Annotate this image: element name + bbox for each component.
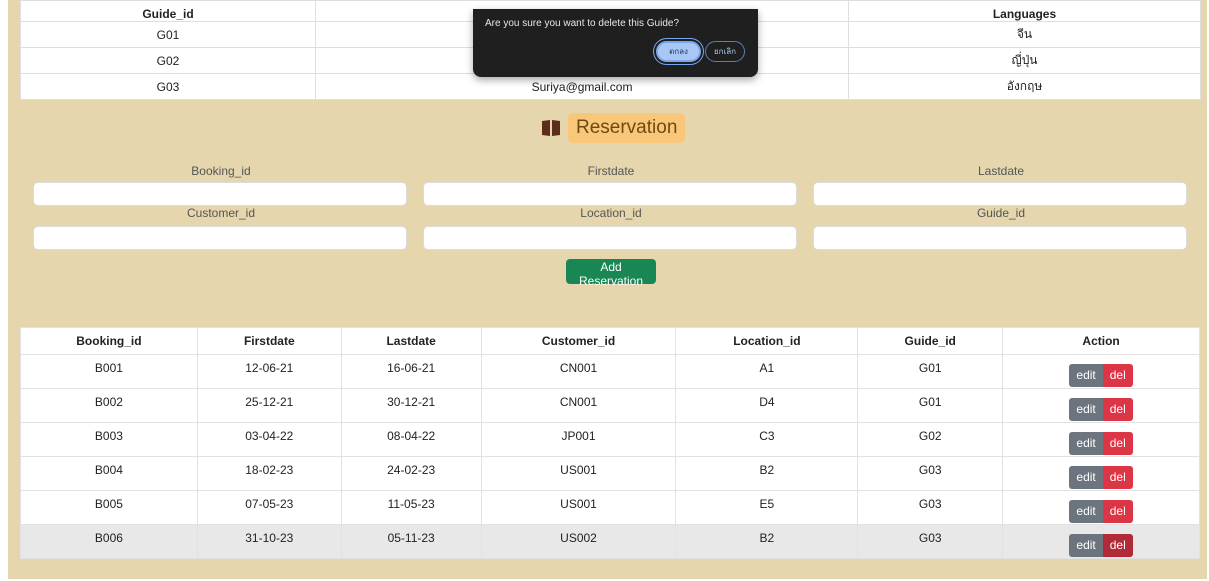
table-cell: B006: [20, 524, 198, 559]
column-header: Booking_id: [20, 327, 198, 355]
table-cell: Suriya@gmail.com: [315, 73, 849, 100]
action-cell: edit del: [1002, 388, 1200, 423]
delete-button[interactable]: del: [1102, 432, 1133, 455]
edit-button[interactable]: edit: [1069, 466, 1103, 489]
table-cell: G01: [857, 354, 1004, 389]
table-cell: G03: [857, 456, 1004, 491]
lastdate-input[interactable]: [813, 182, 1187, 206]
edit-button[interactable]: edit: [1069, 364, 1103, 387]
table-cell: A1: [675, 354, 859, 389]
table-cell: G03: [20, 73, 316, 100]
table-cell: B002: [20, 388, 198, 423]
lastdate-label: Lastdate: [977, 164, 1025, 178]
column-header: Languages: [848, 0, 1201, 22]
table-cell: 24-02-23: [340, 456, 482, 491]
customer-id-label: Customer_id: [186, 206, 256, 220]
action-cell: edit del: [1002, 456, 1200, 491]
confirm-ok-button[interactable]: ตกลง: [656, 41, 701, 62]
column-header: Customer_id: [480, 327, 677, 355]
location-id-input[interactable]: [423, 226, 797, 250]
reservation-table: Booking_id Firstdate Lastdate Customer_i…: [20, 327, 1200, 559]
section-title: Reservation: [541, 112, 686, 144]
table-cell: 16-06-21: [340, 354, 482, 389]
table-cell: จีน: [848, 21, 1201, 48]
column-header: Guide_id: [20, 0, 316, 22]
table-cell: B2: [675, 524, 859, 559]
table-cell: 08-04-22: [340, 422, 482, 457]
edit-button[interactable]: edit: [1069, 398, 1103, 421]
edit-button[interactable]: edit: [1069, 432, 1103, 455]
add-reservation-button[interactable]: Add Reservation: [566, 259, 656, 288]
table-cell: 25-12-21: [196, 388, 342, 423]
table-cell: G01: [857, 388, 1004, 423]
table-cell: B005: [20, 490, 198, 525]
action-cell: edit del: [1002, 354, 1200, 389]
table-row: B003 03-04-22 08-04-22 JP001 C3 G02 edit…: [20, 422, 1200, 457]
column-header: Action: [1002, 327, 1200, 355]
table-cell: 05-11-23: [340, 524, 482, 559]
table-row: B004 18-02-23 24-02-23 US001 B2 G03 edit…: [20, 456, 1200, 491]
edit-button[interactable]: edit: [1069, 500, 1103, 523]
table-cell: 18-02-23: [196, 456, 342, 491]
table-row: B002 25-12-21 30-12-21 CN001 D4 G01 edit…: [20, 388, 1200, 423]
table-cell: 30-12-21: [340, 388, 482, 423]
location-id-label: Location_id: [580, 206, 642, 220]
booking-id-label: Booking_id: [191, 164, 251, 178]
firstdate-input[interactable]: [423, 182, 797, 206]
table-row: B006 31-10-23 05-11-23 US002 B2 G03 edit…: [20, 524, 1200, 559]
edit-button[interactable]: edit: [1069, 534, 1103, 557]
table-cell: G02: [20, 47, 316, 74]
action-cell: edit del: [1002, 524, 1200, 559]
table-cell: G01: [20, 21, 316, 48]
table-cell: B004: [20, 456, 198, 491]
column-header: Lastdate: [340, 327, 482, 355]
delete-button[interactable]: del: [1102, 500, 1133, 523]
delete-button[interactable]: del: [1102, 364, 1133, 387]
table-cell: B2: [675, 456, 859, 491]
table-cell: ญี่ปุ่น: [848, 47, 1201, 74]
table-cell: 03-04-22: [196, 422, 342, 457]
customer-id-input[interactable]: [33, 226, 407, 250]
column-header: Guide_id: [857, 327, 1004, 355]
column-header: Firstdate: [196, 327, 342, 355]
column-header: Location_id: [675, 327, 859, 355]
table-cell: 07-05-23: [196, 490, 342, 525]
guide-id-input[interactable]: [813, 226, 1187, 250]
reservation-table-header: Booking_id Firstdate Lastdate Customer_i…: [20, 327, 1200, 355]
table-cell: US002: [480, 524, 677, 559]
table-cell: G03: [857, 490, 1004, 525]
table-cell: 12-06-21: [196, 354, 342, 389]
table-cell: US001: [480, 490, 677, 525]
table-cell: G02: [857, 422, 1004, 457]
table-cell: C3: [675, 422, 859, 457]
table-row: B001 12-06-21 16-06-21 CN001 A1 G01 edit…: [20, 354, 1200, 389]
table-row: G03 Suriya@gmail.com อังกฤษ: [20, 73, 1201, 100]
firstdate-label: Firstdate: [587, 164, 635, 178]
table-cell: B003: [20, 422, 198, 457]
delete-button[interactable]: del: [1102, 466, 1133, 489]
table-cell: B001: [20, 354, 198, 389]
table-cell: 31-10-23: [196, 524, 342, 559]
booking-id-input[interactable]: [33, 182, 407, 206]
table-cell: CN001: [480, 354, 677, 389]
book-icon: [542, 120, 560, 136]
action-cell: edit del: [1002, 490, 1200, 525]
action-cell: edit del: [1002, 422, 1200, 457]
delete-button[interactable]: del: [1102, 534, 1133, 557]
table-cell: US001: [480, 456, 677, 491]
table-cell: E5: [675, 490, 859, 525]
section-title-label: Reservation: [568, 113, 686, 143]
table-cell: 11-05-23: [340, 490, 482, 525]
table-cell: G03: [857, 524, 1004, 559]
guide-id-label: Guide_id: [976, 206, 1026, 220]
table-cell: JP001: [480, 422, 677, 457]
delete-button[interactable]: del: [1102, 398, 1133, 421]
table-cell: อังกฤษ: [848, 73, 1201, 100]
confirm-cancel-button[interactable]: ยกเลิก: [705, 41, 745, 62]
table-cell: CN001: [480, 388, 677, 423]
table-cell: D4: [675, 388, 859, 423]
confirm-message: Are you sure you want to delete this Gui…: [485, 18, 680, 29]
table-row: B005 07-05-23 11-05-23 US001 E5 G03 edit…: [20, 490, 1200, 525]
